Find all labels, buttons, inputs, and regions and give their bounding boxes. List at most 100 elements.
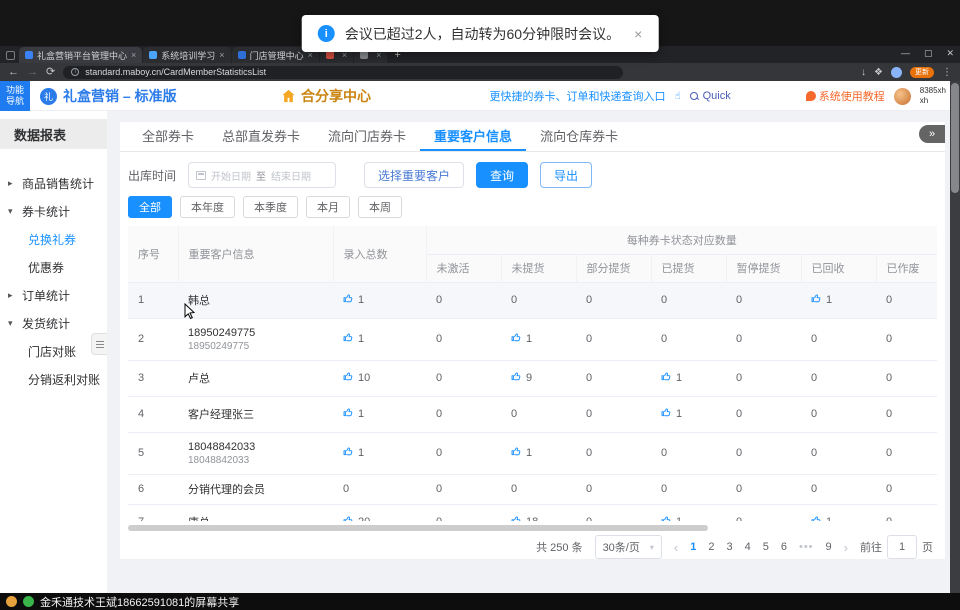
select-customer-button[interactable]: 选择重要客户 <box>364 162 464 188</box>
page-size-select[interactable]: 30条/页 ▾ <box>595 535 662 559</box>
sidebar-item-订单统计[interactable]: ▸订单统计 <box>0 281 107 309</box>
sidebar-item-分销返利对账[interactable]: 分销返利对账 <box>0 365 107 393</box>
cell-index: 2 <box>128 318 178 360</box>
user-avatar[interactable] <box>894 88 911 105</box>
tab-流向仓库券卡[interactable]: 流向仓库券卡 <box>526 122 632 151</box>
next-page-button[interactable]: › <box>844 540 848 555</box>
page-button[interactable]: 1 <box>690 541 696 553</box>
sidebar-item-商品销售统计[interactable]: ▸商品销售统计 <box>0 169 107 197</box>
quick-filter-本年度[interactable]: 本年度 <box>180 196 235 218</box>
cell-status: 0 <box>726 360 801 396</box>
cell-value: 1 <box>676 516 682 521</box>
cell-link[interactable]: 1 <box>811 515 832 521</box>
cell-link[interactable]: 1 <box>661 371 682 385</box>
function-nav-toggle[interactable]: 功能 导航 <box>0 81 30 111</box>
date-end-placeholder: 结束日期 <box>271 168 311 183</box>
cell-link[interactable]: 20 <box>343 515 370 521</box>
cell-status: 0 <box>801 360 876 396</box>
page-button[interactable]: 2 <box>708 541 714 553</box>
window-maximize-button[interactable]: ▢ <box>924 48 933 59</box>
tab-close-icon[interactable]: × <box>219 50 224 60</box>
cell-link[interactable]: 1 <box>511 446 532 460</box>
tab-search-icon[interactable] <box>6 51 15 60</box>
back-button[interactable]: ← <box>8 67 19 78</box>
window-close-button[interactable]: ✕ <box>946 48 954 59</box>
sidebar-item-兑换礼券[interactable]: 兑换礼券 <box>0 225 107 253</box>
cell-status: 0 <box>426 396 501 432</box>
page-button[interactable]: 5 <box>763 541 769 553</box>
tab-close-icon[interactable]: × <box>131 50 136 60</box>
site-info-icon[interactable]: i <box>71 68 79 76</box>
cell-customer: 韩总 <box>178 282 333 318</box>
cell-link[interactable]: 1 <box>343 293 364 307</box>
goto-page-input[interactable]: 1 <box>887 535 917 559</box>
tutorial-link[interactable]: 系统使用教程 <box>806 88 885 104</box>
page-button[interactable]: 9 <box>826 541 832 553</box>
quick-filter-本季度[interactable]: 本季度 <box>243 196 298 218</box>
cell-index: 5 <box>128 432 178 474</box>
panel-collapse-button[interactable]: » <box>919 125 945 143</box>
url-bar[interactable]: i standard.maboy.cn/CardMemberStatistics… <box>63 66 623 79</box>
sidebar-collapse-handle[interactable] <box>91 333 107 355</box>
cell-link[interactable]: 1 <box>343 446 364 460</box>
quick-search[interactable]: Quick <box>690 90 731 102</box>
cell-link[interactable]: 1 <box>511 332 532 346</box>
share-center-link[interactable]: 合分享中心 <box>281 81 371 111</box>
cell-link[interactable]: 1 <box>343 407 364 421</box>
quick-filter-全部[interactable]: 全部 <box>128 196 172 218</box>
cell-status: 0 <box>651 282 726 318</box>
download-icon[interactable]: ↓ <box>861 67 866 78</box>
browser-tab[interactable]: 礼盒营销平台管理中心× <box>19 47 142 63</box>
scrollbar-thumb[interactable] <box>951 83 959 193</box>
tab-全部券卡[interactable]: 全部券卡 <box>128 122 208 151</box>
customer-name: 客户经理张三 <box>188 406 323 422</box>
window-minimize-button[interactable]: — <box>901 48 910 59</box>
mic-icon <box>23 596 34 607</box>
browser-scrollbar[interactable] <box>950 81 960 593</box>
cell-link[interactable]: 1 <box>661 515 682 521</box>
browser-tab[interactable]: 系统培训学习× <box>143 47 230 63</box>
toast-close-icon[interactable]: × <box>634 26 642 42</box>
horizontal-scrollbar[interactable] <box>128 524 940 532</box>
horizontal-scrollbar-thumb[interactable] <box>128 525 708 531</box>
tab-流向门店券卡[interactable]: 流向门店券卡 <box>314 122 420 151</box>
browser-profile-avatar[interactable] <box>891 67 902 78</box>
cell-link[interactable]: 1 <box>343 332 364 346</box>
cell-status: 0 <box>426 282 501 318</box>
brand-title: 礼盒营销 – 标准版 <box>63 86 177 106</box>
data-table-wrap: 序号重要客户信息录入总数每种券卡状态对应数量未激活未提货部分提货已提货暂停提货已… <box>128 226 940 521</box>
cell-value: 0 <box>436 333 442 345</box>
user-name[interactable]: 8385xh xh <box>920 86 946 105</box>
prev-page-button[interactable]: ‹ <box>674 540 678 555</box>
page-button[interactable]: 6 <box>781 541 787 553</box>
query-button[interactable]: 查询 <box>476 162 528 188</box>
extensions-icon[interactable]: ❖ <box>874 67 883 78</box>
cell-status: 0 <box>726 504 801 521</box>
date-range-input[interactable]: 开始日期 至 结束日期 <box>188 162 336 188</box>
cell-value: 1 <box>676 372 682 384</box>
tab-总部直发券卡[interactable]: 总部直发券卡 <box>208 122 314 151</box>
cell-link[interactable]: 1 <box>661 407 682 421</box>
sidebar-item-券卡统计[interactable]: ▾券卡统计 <box>0 197 107 225</box>
sidebar-item-优惠券[interactable]: 优惠券 <box>0 253 107 281</box>
quick-filter-本月[interactable]: 本月 <box>306 196 350 218</box>
sidebar-item-发货统计[interactable]: ▾发货统计 <box>0 309 107 337</box>
page-button[interactable]: 4 <box>745 541 751 553</box>
cell-link[interactable]: 9 <box>511 371 532 385</box>
user-name-line1: 8385xh <box>920 86 946 96</box>
export-button[interactable]: 导出 <box>540 162 592 188</box>
forward-button[interactable]: → <box>27 67 38 78</box>
browser-menu-icon[interactable]: ⋮ <box>942 67 952 78</box>
page-button[interactable]: 3 <box>726 541 732 553</box>
cell-link[interactable]: 10 <box>343 371 370 385</box>
tab-重要客户信息[interactable]: 重要客户信息 <box>420 122 526 151</box>
cell-link[interactable]: 1 <box>811 293 832 307</box>
update-badge[interactable]: 更新 <box>910 67 934 78</box>
data-table: 序号重要客户信息录入总数每种券卡状态对应数量未激活未提货部分提货已提货暂停提货已… <box>128 226 937 521</box>
cell-link[interactable]: 18 <box>511 515 538 521</box>
quick-filter-本周[interactable]: 本周 <box>358 196 402 218</box>
quick-entry-link[interactable]: 更快捷的券卡、订单和快递查询入口 <box>490 88 666 104</box>
refresh-button[interactable]: ⟳ <box>46 67 55 78</box>
cell-status: 0 <box>726 282 801 318</box>
cell-value: 1 <box>358 447 364 459</box>
